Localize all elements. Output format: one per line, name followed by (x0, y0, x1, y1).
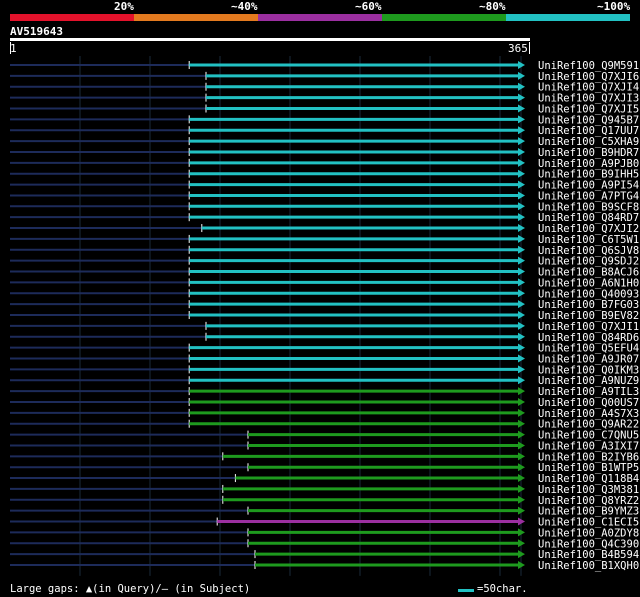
scale-swatch (458, 589, 474, 592)
legend-label: 20% (114, 0, 134, 13)
hit-label[interactable]: UniRef100_B1XQH0 (538, 560, 639, 572)
alignment-plot: UniRef100_Q9M591UniRef100_Q7XJI6UniRef10… (10, 56, 639, 576)
scale-note: =50char. (477, 583, 528, 595)
legend-label: ~40% (231, 0, 258, 13)
legend-label: ~60% (355, 0, 382, 13)
large-gaps-note: Large gaps: ▲(in Query)/— (in Subject) (10, 583, 251, 595)
legend-label: ~80% (479, 0, 506, 13)
hit-row[interactable]: UniRef100_B1XQH0 (10, 560, 639, 572)
legend-label: ~100% (597, 0, 631, 13)
